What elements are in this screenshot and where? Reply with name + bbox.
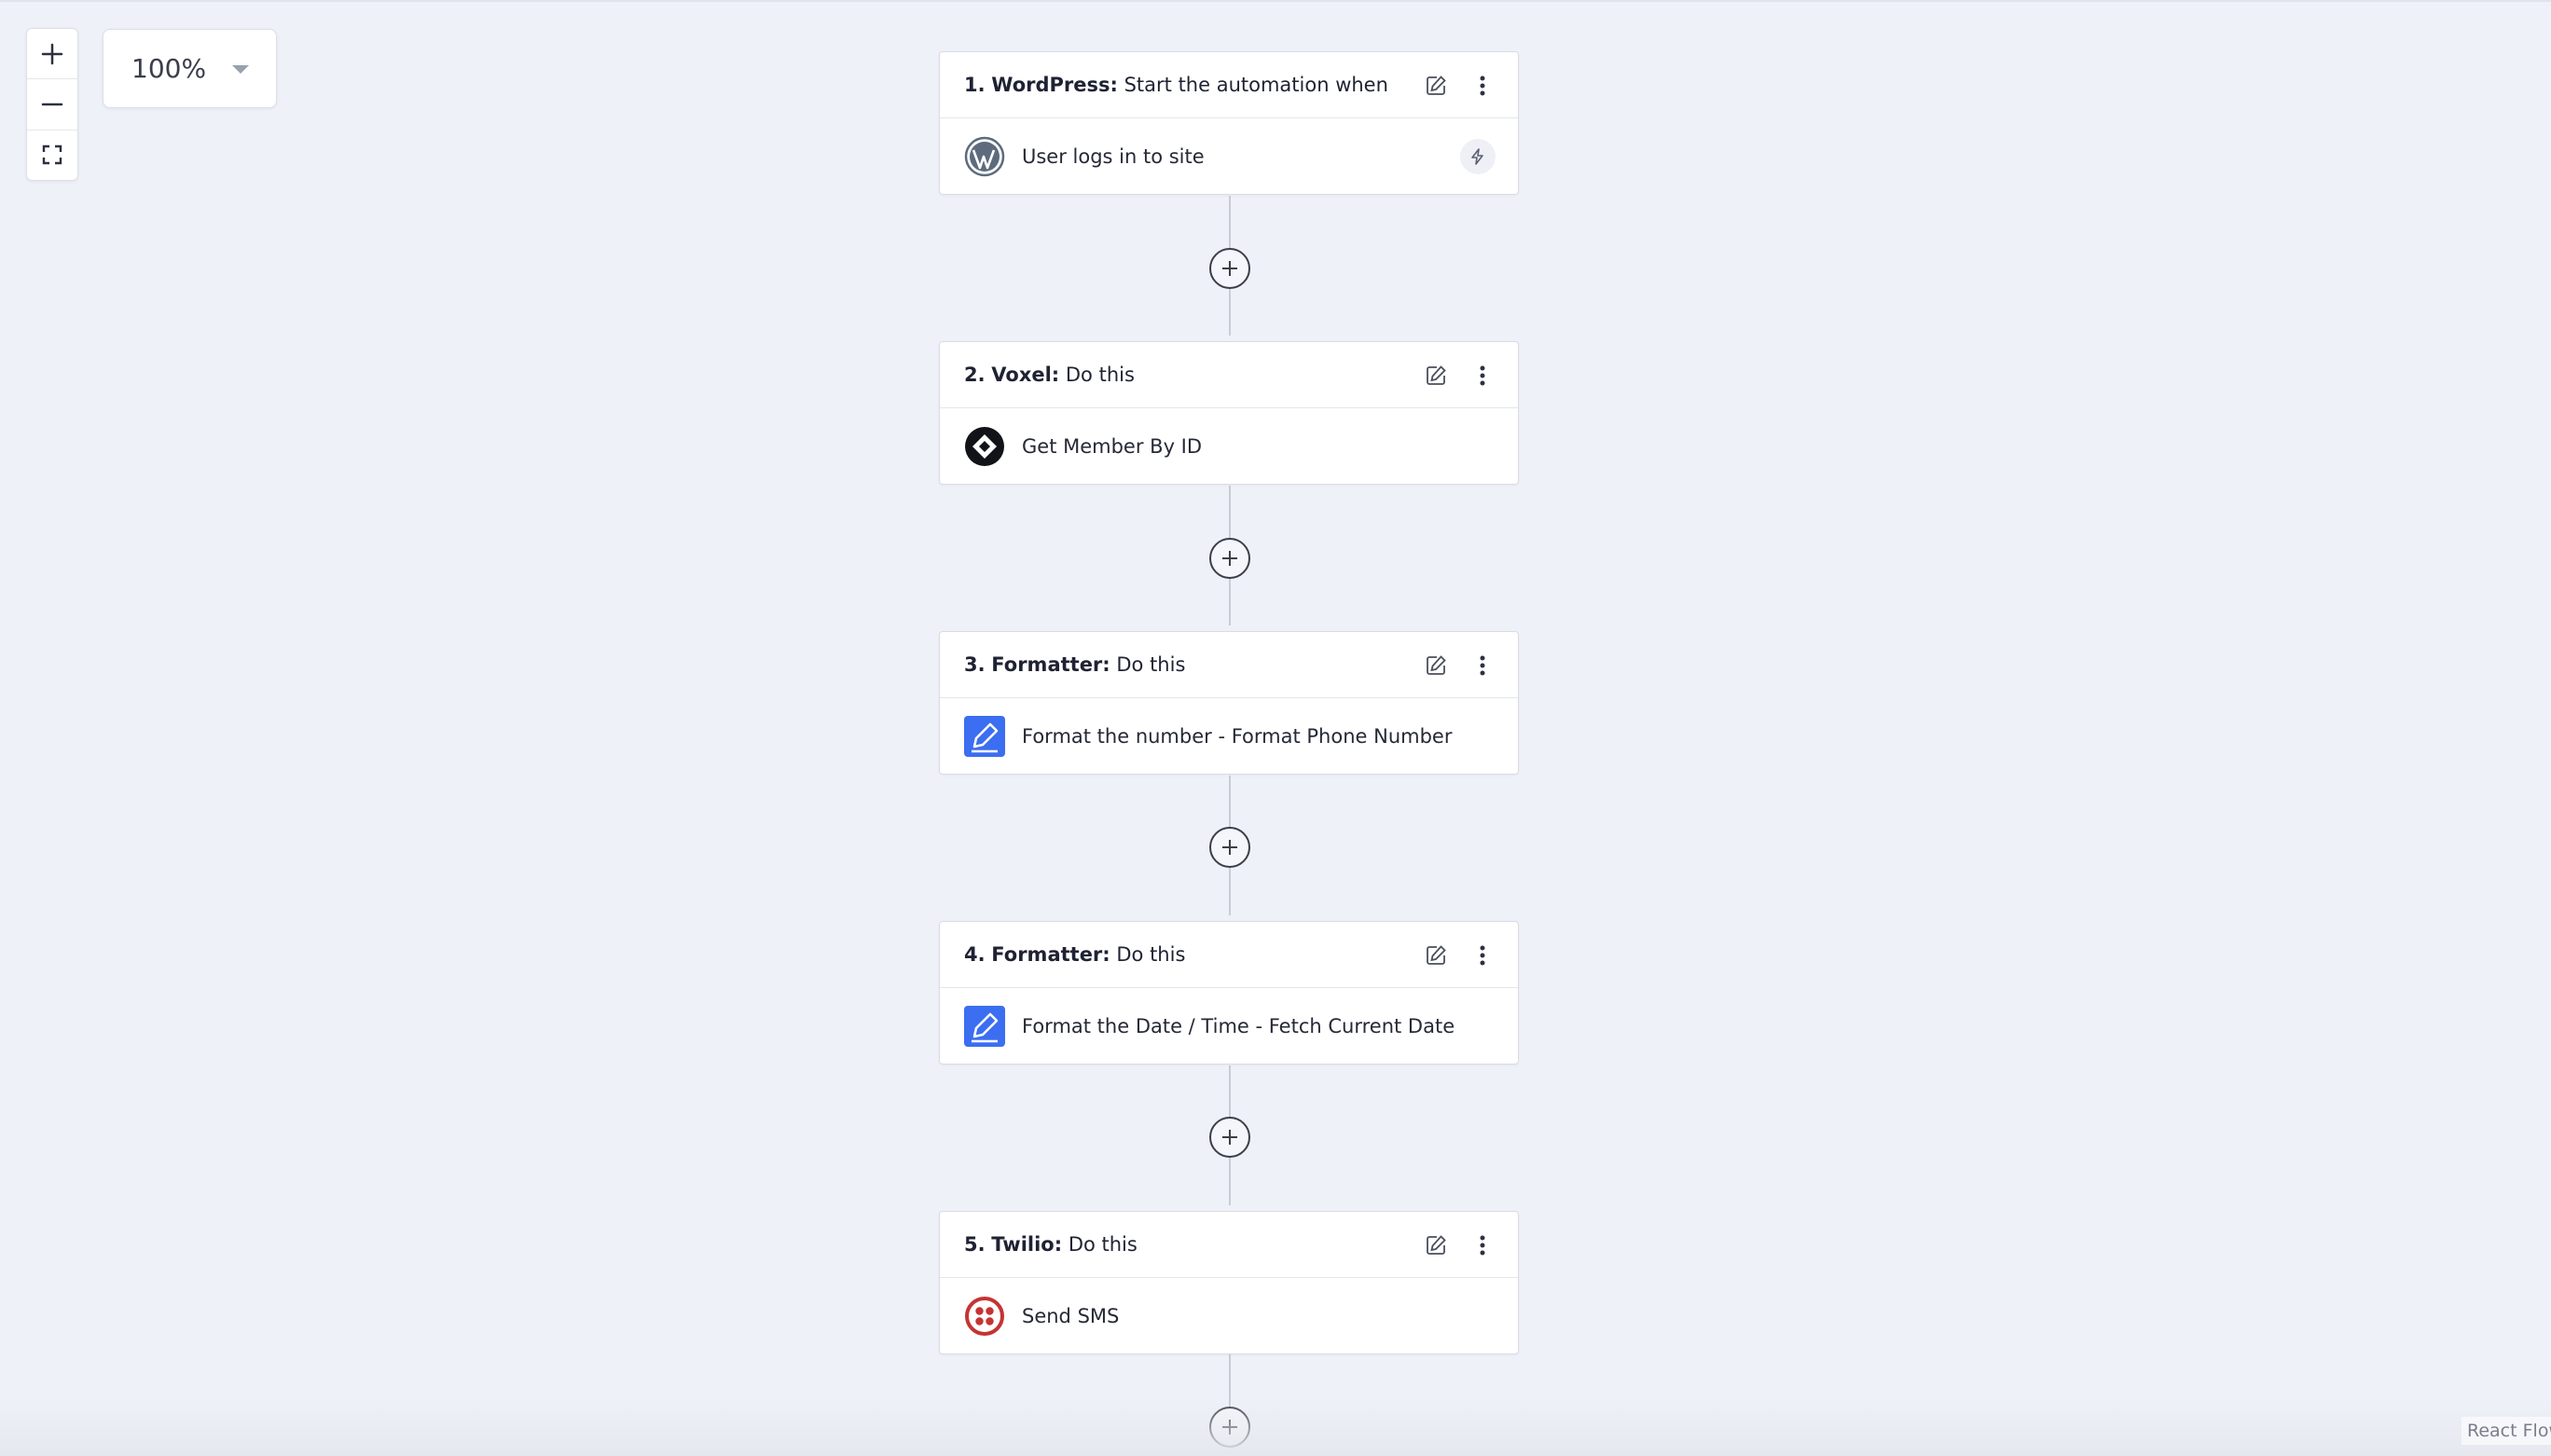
step-title: 3. Formatter: Do this — [964, 653, 1185, 676]
step-title: 5. Twilio: Do this — [964, 1233, 1138, 1256]
zoom-in-button[interactable] — [27, 29, 77, 78]
plus-icon — [1222, 1130, 1237, 1145]
step-header: 4. Formatter: Do this — [940, 922, 1518, 988]
add-step-button[interactable] — [1209, 538, 1250, 579]
step-app-name: WordPress: — [991, 74, 1118, 96]
step-app-name: Formatter: — [991, 653, 1110, 676]
more-vertical-icon — [1480, 76, 1485, 96]
step-menu-button[interactable] — [1469, 363, 1496, 389]
step-card-formatter[interactable]: 4. Formatter: Do this Format the Date / … — [939, 921, 1519, 1065]
plus-icon — [1222, 840, 1237, 855]
step-card-formatter[interactable]: 3. Formatter: Do this Format the number … — [939, 631, 1519, 775]
step-number: 1. — [964, 74, 986, 96]
step-card-voxel[interactable]: 2. Voxel: Do this Get Member By ID — [939, 341, 1519, 485]
step-number: 5. — [964, 1233, 986, 1256]
zoom-level-dropdown[interactable]: 100% — [103, 29, 277, 108]
edit-step-button[interactable] — [1423, 942, 1449, 968]
step-app-name: Twilio: — [991, 1233, 1063, 1256]
step-card-wordpress[interactable]: 1. WordPress: Start the automation when … — [939, 51, 1519, 195]
step-body: User logs in to site — [940, 118, 1518, 195]
edit-note-icon — [1427, 1235, 1446, 1255]
step-title: 2. Voxel: Do this — [964, 364, 1135, 386]
step-action-type: Do this — [1116, 653, 1186, 676]
minus-icon — [41, 103, 63, 106]
step-number: 4. — [964, 943, 986, 966]
more-vertical-icon — [1480, 1235, 1485, 1256]
add-step-button[interactable] — [1209, 827, 1250, 868]
voxel-logo-icon — [964, 426, 1005, 467]
trigger-test-button[interactable] — [1460, 139, 1496, 174]
formatter-logo-icon — [964, 1006, 1005, 1047]
zoom-controls — [26, 28, 78, 181]
edit-step-button[interactable] — [1423, 363, 1449, 389]
twilio-logo-icon — [964, 1296, 1005, 1337]
top-border — [0, 0, 2551, 2]
step-header: 2. Voxel: Do this — [940, 342, 1518, 408]
step-number: 2. — [964, 364, 986, 386]
more-vertical-icon — [1480, 655, 1485, 676]
step-app-name: Voxel: — [991, 364, 1060, 386]
step-body: Format the number - Format Phone Number — [940, 698, 1518, 775]
edit-note-icon — [1427, 365, 1446, 385]
edit-note-icon — [1427, 76, 1446, 95]
step-header: 1. WordPress: Start the automation when — [940, 52, 1518, 118]
plus-icon — [41, 43, 63, 64]
step-menu-button[interactable] — [1469, 1232, 1496, 1258]
step-body: Format the Date / Time - Fetch Current D… — [940, 988, 1518, 1065]
add-step-button[interactable] — [1209, 1117, 1250, 1158]
edit-note-icon — [1427, 655, 1446, 675]
step-body: Send SMS — [940, 1278, 1518, 1354]
more-vertical-icon — [1480, 365, 1485, 386]
edit-step-button[interactable] — [1423, 652, 1449, 679]
more-vertical-icon — [1480, 945, 1485, 966]
add-step-button[interactable] — [1209, 248, 1250, 289]
react-flow-attribution[interactable]: React Flow — [2461, 1417, 2551, 1445]
edit-note-icon — [1427, 945, 1446, 965]
step-body: Get Member By ID — [940, 408, 1518, 485]
step-action-type: Start the automation when — [1124, 74, 1388, 96]
step-action-type: Do this — [1116, 943, 1186, 966]
step-menu-button[interactable] — [1469, 652, 1496, 679]
step-menu-button[interactable] — [1469, 942, 1496, 968]
step-event-label: Get Member By ID — [1022, 435, 1203, 458]
step-card-twilio[interactable]: 5. Twilio: Do this Send SMS — [939, 1211, 1519, 1354]
step-app-name: Formatter: — [991, 943, 1110, 966]
fullscreen-icon — [42, 145, 62, 165]
canvas-bottom-fade — [0, 1398, 2551, 1456]
step-menu-button[interactable] — [1469, 73, 1496, 99]
step-event-label: User logs in to site — [1022, 145, 1205, 168]
formatter-logo-icon — [964, 716, 1005, 757]
step-action-type: Do this — [1068, 1233, 1138, 1256]
step-event-label: Format the Date / Time - Fetch Current D… — [1022, 1015, 1455, 1037]
plus-icon — [1222, 551, 1237, 566]
wordpress-logo-icon — [964, 136, 1005, 177]
step-event-label: Format the number - Format Phone Number — [1022, 725, 1453, 748]
step-title: 1. WordPress: Start the automation when — [964, 74, 1388, 96]
fit-view-button[interactable] — [27, 129, 77, 180]
step-action-type: Do this — [1065, 364, 1135, 386]
step-event-label: Send SMS — [1022, 1305, 1120, 1327]
chevron-down-icon — [232, 65, 249, 74]
edit-step-button[interactable] — [1423, 73, 1449, 99]
step-title: 4. Formatter: Do this — [964, 943, 1185, 966]
bolt-icon — [1471, 148, 1483, 165]
step-number: 3. — [964, 653, 986, 676]
step-header: 3. Formatter: Do this — [940, 632, 1518, 698]
step-header: 5. Twilio: Do this — [940, 1212, 1518, 1278]
edit-step-button[interactable] — [1423, 1232, 1449, 1258]
plus-icon — [1222, 261, 1237, 276]
zoom-out-button[interactable] — [27, 78, 77, 129]
zoom-level-value: 100% — [131, 53, 207, 84]
